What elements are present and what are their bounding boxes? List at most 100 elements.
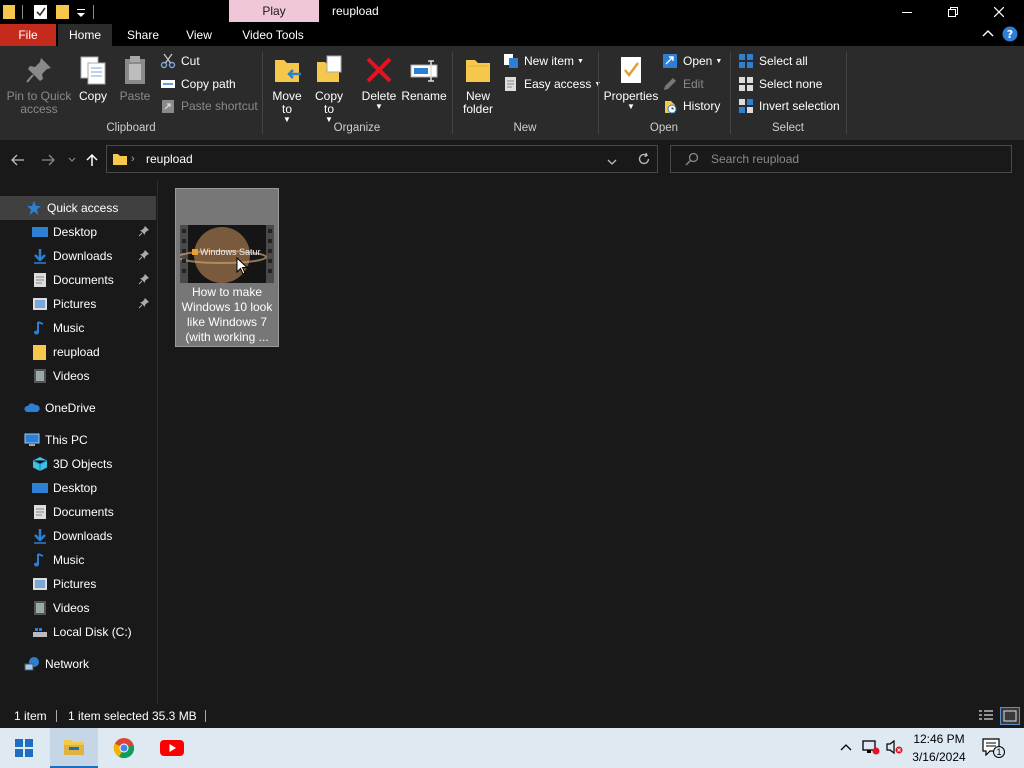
search-input[interactable]: Search reupload: [711, 146, 799, 172]
breadcrumb-current[interactable]: reupload: [146, 146, 193, 172]
nav-this-pc[interactable]: This PC: [0, 428, 156, 452]
file-explorer-taskbar-button[interactable]: [50, 728, 98, 768]
delete-button[interactable]: Delete ▼: [358, 54, 400, 111]
new-item-button[interactable]: New item ▼: [503, 51, 584, 71]
back-button[interactable]: [8, 150, 28, 170]
address-dropdown-icon[interactable]: [607, 155, 617, 169]
large-icons-view-icon[interactable]: [1000, 707, 1020, 725]
edit-button[interactable]: Edit: [662, 74, 704, 94]
svg-text:?: ?: [1007, 28, 1013, 41]
copy-to-button[interactable]: Copy to ▼: [310, 54, 348, 124]
properties-button[interactable]: Properties ▼: [603, 54, 659, 111]
recent-locations-button[interactable]: [62, 150, 82, 170]
nav-item-3d-objects[interactable]: 3D Objects: [0, 452, 156, 476]
network-status-icon[interactable]: [862, 739, 880, 758]
computer-icon: [24, 432, 40, 448]
paste-shortcut-button[interactable]: Paste shortcut: [160, 96, 258, 116]
file-item[interactable]: Windows Satur How to make Windows 10 loo…: [175, 188, 279, 347]
move-to-button[interactable]: Move to ▼: [268, 54, 306, 124]
desktop-icon: [32, 224, 48, 240]
cut-button[interactable]: Cut: [160, 51, 200, 71]
music-icon: [32, 320, 48, 336]
restore-button[interactable]: [930, 0, 976, 24]
breadcrumb-separator[interactable]: ›: [131, 146, 135, 172]
address-bar[interactable]: › reupload: [106, 145, 658, 173]
invert-selection-button[interactable]: Invert selection: [738, 96, 840, 116]
new-folder-icon: [462, 54, 494, 86]
navigation-pane: Quick access Desktop Downloads Documents…: [0, 180, 158, 704]
tab-view[interactable]: View: [172, 24, 226, 46]
details-view-icon[interactable]: [978, 708, 994, 727]
file-list[interactable]: Windows Satur How to make Windows 10 loo…: [158, 180, 1024, 704]
properties-qat-icon[interactable]: [33, 4, 49, 20]
nav-item-pc-videos[interactable]: Videos: [0, 596, 156, 620]
up-button[interactable]: [82, 150, 102, 170]
tab-video-tools[interactable]: Video Tools: [230, 24, 316, 46]
open-button[interactable]: Open ▼: [662, 51, 722, 71]
select-all-icon: [738, 53, 754, 69]
nav-item-pictures[interactable]: Pictures: [0, 292, 156, 316]
nav-item-pc-downloads[interactable]: Downloads: [0, 524, 156, 548]
address-row: › reupload Search reupload: [0, 140, 1024, 180]
select-none-button[interactable]: Select none: [738, 74, 822, 94]
collapse-ribbon-icon[interactable]: [982, 28, 994, 43]
customize-qat-icon[interactable]: [75, 4, 87, 20]
nav-item-downloads[interactable]: Downloads: [0, 244, 156, 268]
close-button[interactable]: [976, 0, 1022, 24]
file-name[interactable]: How to make Windows 10 look like Windows…: [178, 285, 276, 345]
nav-item-pc-documents[interactable]: Documents: [0, 500, 156, 524]
nav-item-local-disk[interactable]: Local Disk (C:): [0, 620, 156, 644]
tab-file[interactable]: File: [0, 24, 56, 46]
help-icon[interactable]: ?: [1002, 26, 1018, 45]
tab-share[interactable]: Share: [116, 24, 170, 46]
move-to-icon: [271, 54, 303, 86]
select-all-button[interactable]: Select all: [738, 51, 808, 71]
paste-button[interactable]: Paste: [116, 54, 154, 103]
taskbar-clock[interactable]: 12:46 PM 3/16/2024: [908, 730, 970, 766]
minimize-button[interactable]: [884, 0, 930, 24]
notification-center-icon[interactable]: 1: [982, 738, 1005, 758]
easy-access-icon: [503, 76, 519, 92]
easy-access-button[interactable]: Easy access ▼: [503, 74, 601, 94]
new-folder-button[interactable]: New folder: [456, 54, 500, 116]
help-area: ?: [980, 26, 1020, 44]
start-button[interactable]: [0, 728, 48, 768]
nav-quick-access[interactable]: Quick access: [0, 196, 156, 220]
nav-item-pc-pictures[interactable]: Pictures: [0, 572, 156, 596]
star-icon: [26, 200, 42, 216]
history-button[interactable]: History: [662, 96, 720, 116]
refresh-icon[interactable]: [637, 152, 651, 169]
nav-onedrive[interactable]: OneDrive: [0, 396, 156, 420]
nav-item-videos[interactable]: Videos: [0, 364, 156, 388]
tab-home[interactable]: Home: [58, 24, 112, 46]
paste-shortcut-icon: [160, 98, 176, 114]
nav-item-pc-desktop[interactable]: Desktop: [0, 476, 156, 500]
nav-item-music[interactable]: Music: [0, 316, 156, 340]
forward-button[interactable]: [38, 150, 58, 170]
chrome-taskbar-button[interactable]: [100, 728, 148, 768]
new-folder-qat-icon[interactable]: [56, 4, 70, 20]
copy-button[interactable]: Copy: [76, 54, 110, 103]
copy-path-button[interactable]: Copy path: [160, 74, 236, 94]
open-icon: [662, 53, 678, 69]
invert-selection-icon: [738, 98, 754, 114]
nav-item-documents[interactable]: Documents: [0, 268, 156, 292]
ribbon-tab-row: File Home Share View Video Tools ?: [0, 24, 1024, 46]
nav-item-reupload[interactable]: reupload: [0, 340, 156, 364]
nav-item-desktop[interactable]: Desktop: [0, 220, 156, 244]
volume-muted-icon[interactable]: [886, 739, 904, 758]
pin-to-quick-access-button[interactable]: Pin to Quick access: [4, 54, 74, 116]
nav-network[interactable]: Network: [0, 652, 156, 676]
nav-item-pc-music[interactable]: Music: [0, 548, 156, 572]
scissors-icon: [160, 53, 176, 69]
show-hidden-icons-icon[interactable]: [840, 741, 852, 755]
copy-icon: [77, 54, 109, 86]
rename-icon: [408, 54, 440, 86]
music-icon: [32, 552, 48, 568]
youtube-taskbar-button[interactable]: [148, 728, 196, 768]
play-contextual-tab[interactable]: Play: [229, 0, 319, 22]
dropdown-arrow-icon: ▼: [577, 57, 584, 65]
rename-button[interactable]: Rename: [401, 54, 447, 103]
paste-icon: [119, 54, 151, 86]
search-box[interactable]: Search reupload: [670, 145, 1012, 173]
